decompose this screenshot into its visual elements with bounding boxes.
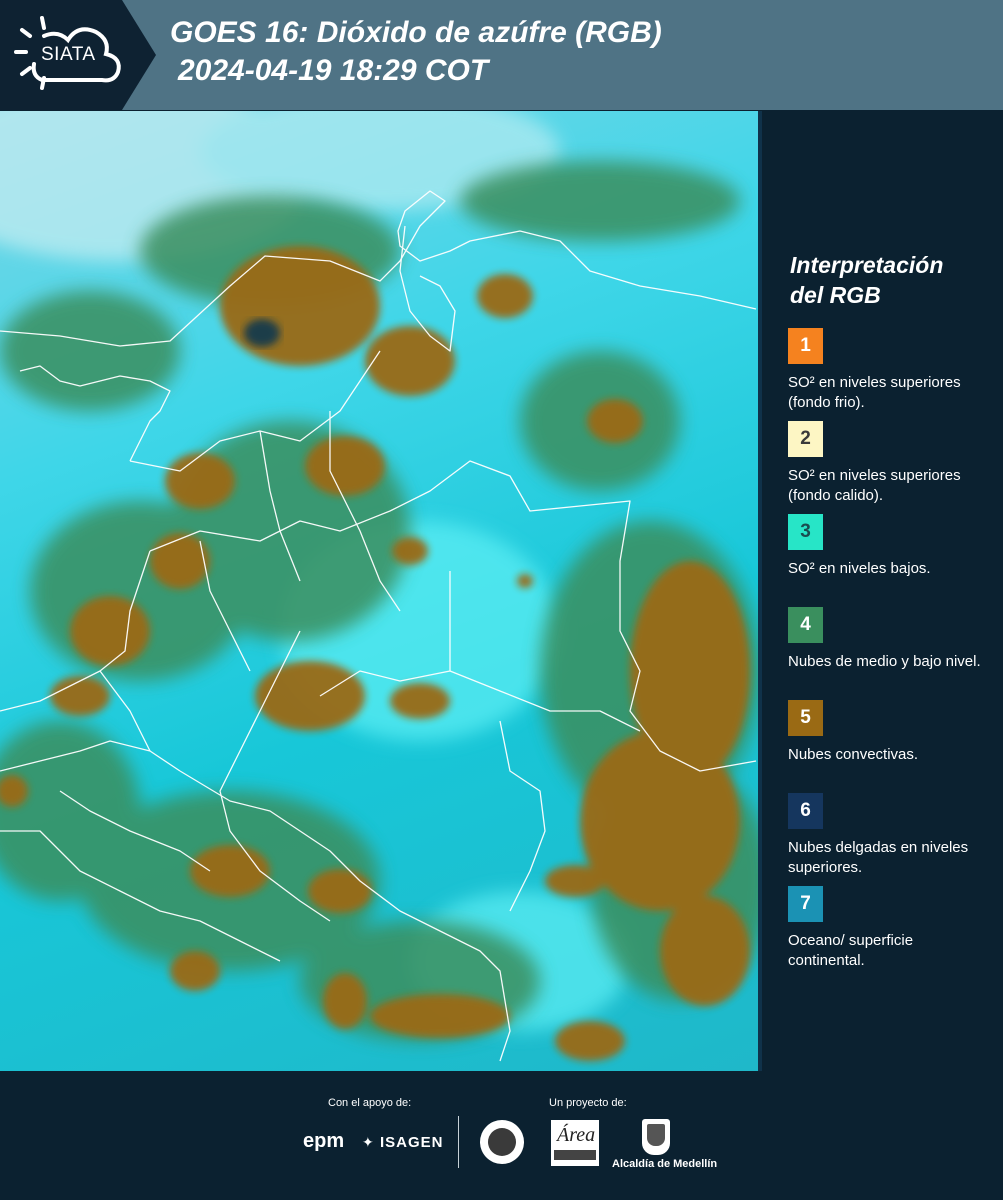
legend-item-5: 5 Nubes convectivas. [788, 700, 988, 793]
legend-swatch: 7 [788, 886, 823, 922]
alcaldia-logo-text: Alcaldía de Medellín [612, 1158, 718, 1170]
footer-divider [458, 1116, 459, 1168]
header-bar: SIATA GOES 16: Dióxido de azúfre (RGB) 2… [0, 0, 1003, 110]
legend-panel: Interpretación del RGB 1 SO² en niveles s… [788, 250, 988, 979]
legend-label: Nubes delgadas en niveles superiores. [788, 839, 969, 876]
legend-label: SO² en niveles superiores (fondo calido)… [788, 467, 961, 504]
legend-label: Nubes de medio y bajo nivel. [788, 653, 981, 670]
support-label: Con el apoyo de: [328, 1097, 412, 1109]
legend-title-line2: del RGB [790, 282, 881, 308]
legend-item-7: 7 Oceano/ superficie continental. [788, 886, 988, 979]
legend-item-2: 2 SO² en niveles superiores (fondo calido… [788, 421, 988, 514]
legend-swatch: 4 [788, 607, 823, 643]
title-product: GOES 16: Dióxido de azúfre (RGB) [170, 16, 662, 49]
logo-text: SIATA [41, 44, 96, 65]
project-label: Un proyecto de: [549, 1097, 627, 1109]
legend-item-3: 3 SO² en niveles bajos. [788, 514, 988, 607]
legend-title-line1: Interpretación [790, 252, 944, 278]
legend-items: 1 SO² en niveles superiores (fondo frio).… [788, 328, 988, 979]
legend-swatch: 6 [788, 793, 823, 829]
legend-item-4: 4 Nubes de medio y bajo nivel. [788, 607, 988, 700]
map-imagery [0, 111, 758, 1062]
legend-swatch: 3 [788, 514, 823, 550]
legend-item-6: 6 Nubes delgadas en niveles superiores. [788, 793, 988, 886]
title-timestamp: 2024-04-19 18:29 COT [178, 54, 489, 87]
isagen-icon: ✦ [362, 1134, 374, 1150]
footer-sponsors: Con el apoyo de: Un proyecto de: epm ✦ I… [0, 1072, 1003, 1200]
siata-logo: SIATA [0, 0, 156, 110]
isagen-logo: ISAGEN [380, 1134, 444, 1151]
satellite-rgb-map [0, 111, 758, 1071]
legend-label: SO² en niveles bajos. [788, 560, 931, 577]
legend-label: Nubes convectivas. [788, 746, 919, 763]
legend-label: SO² en niveles superiores (fondo frio). [788, 374, 961, 411]
legend-swatch: 2 [788, 421, 823, 457]
legend-swatch: 5 [788, 700, 823, 736]
legend-title: Interpretación del RGB [790, 250, 988, 310]
legend-label: Oceano/ superficie continental. [788, 932, 914, 969]
page-title: GOES 16: Dióxido de azúfre (RGB) 2024-04… [170, 14, 662, 90]
legend-swatch: 1 [788, 328, 823, 364]
epm-logo: epm [303, 1130, 345, 1152]
map-border [758, 111, 762, 1071]
legend-item-1: 1 SO² en niveles superiores (fondo frio). [788, 328, 988, 421]
area-metropolitana-logo: Área [551, 1120, 599, 1166]
coat-of-arms-icon [642, 1119, 670, 1155]
medellin-seal-icon [480, 1120, 524, 1164]
